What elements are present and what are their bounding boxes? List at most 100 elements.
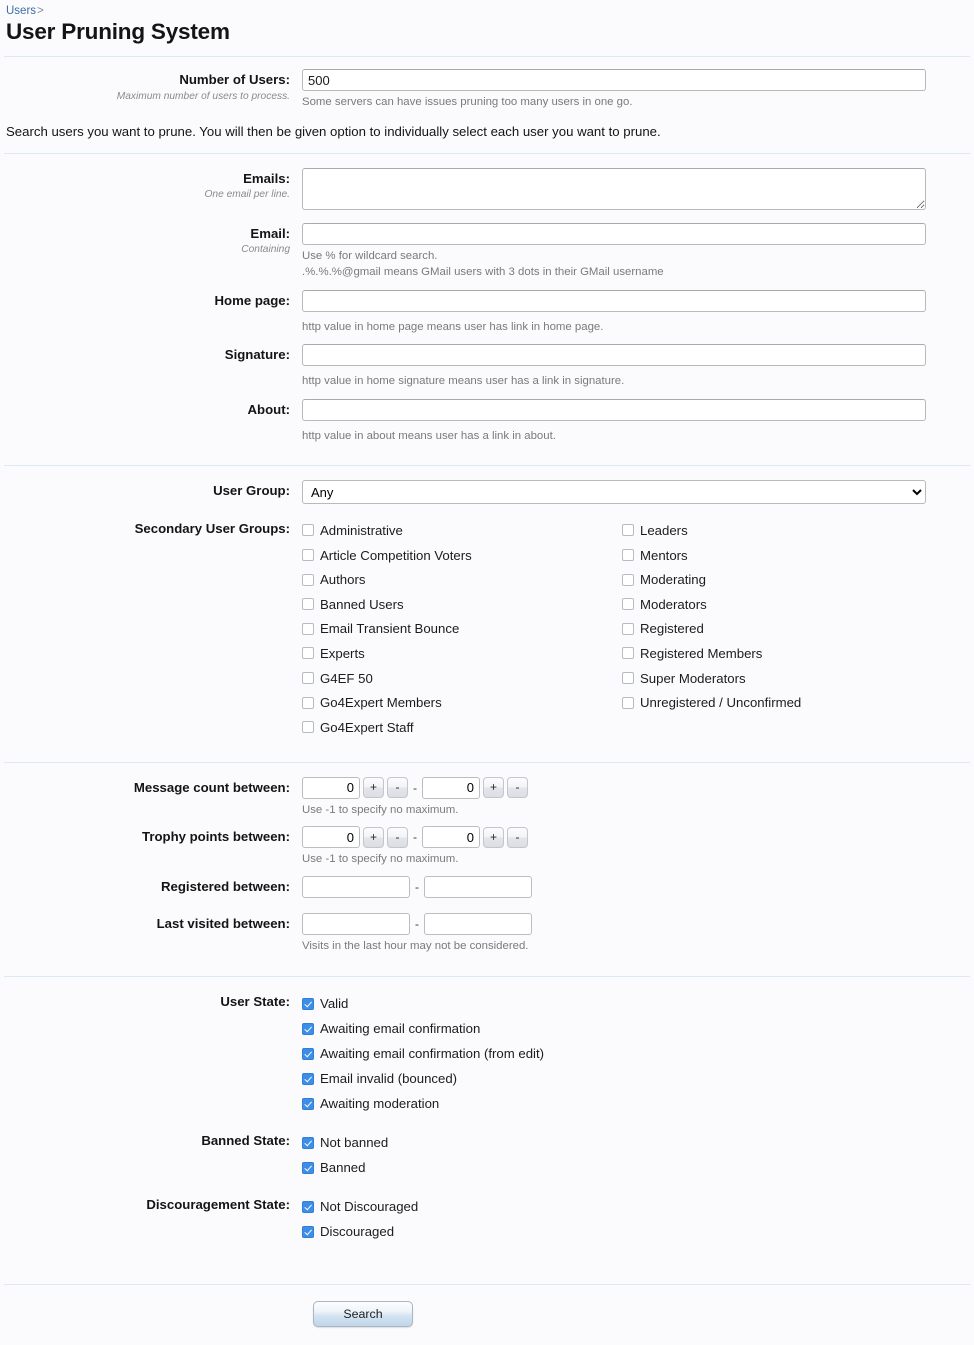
email-hint-line-2: .%.%.%@gmail means GMail users with 3 do… <box>302 266 664 279</box>
signature-input[interactable] <box>302 344 926 367</box>
checkbox-row[interactable]: Banned <box>302 1155 974 1180</box>
checkbox-icon[interactable] <box>302 1022 314 1035</box>
checkbox-icon[interactable] <box>302 549 314 562</box>
user-group-select[interactable]: Any <box>302 480 926 505</box>
emails-textarea[interactable] <box>302 167 926 210</box>
checkbox-icon[interactable] <box>302 1200 314 1213</box>
email-input[interactable] <box>302 222 926 245</box>
checkbox-icon[interactable] <box>622 598 634 611</box>
trophy-points-max-input[interactable] <box>422 826 480 849</box>
checkbox-icon[interactable] <box>302 1225 314 1238</box>
checkbox-icon[interactable] <box>302 1097 314 1110</box>
checkbox-row[interactable]: Article Competition Voters <box>302 543 622 568</box>
checkbox-label: Moderators <box>640 596 707 612</box>
checkbox-row[interactable]: Administrative <box>302 518 622 543</box>
last-visited-to-input[interactable] <box>424 912 532 935</box>
checkbox-icon[interactable] <box>302 598 314 611</box>
registered-from-input[interactable] <box>302 875 410 898</box>
trophy-points-min-increment-button[interactable]: + <box>363 826 384 848</box>
message-count-min-increment-button[interactable]: + <box>363 777 384 799</box>
checkbox-icon[interactable] <box>302 1136 314 1149</box>
checkbox-icon[interactable] <box>302 573 314 586</box>
message-count-max-decrement-button[interactable]: - <box>507 777 528 799</box>
checkbox-row[interactable]: Super Moderators <box>622 666 942 691</box>
search-button[interactable]: Search <box>313 1301 413 1328</box>
row-email: Email: Containing Use % for wildcard sea… <box>0 222 974 281</box>
checkbox-icon[interactable] <box>622 573 634 586</box>
checkbox-icon[interactable] <box>302 696 314 709</box>
last-visited-from-input[interactable] <box>302 912 410 935</box>
checkbox-icon[interactable] <box>302 647 314 660</box>
checkbox-row[interactable]: Go4Expert Members <box>302 690 622 715</box>
message-count-max-input[interactable] <box>422 776 480 799</box>
checkbox-icon[interactable] <box>302 622 314 635</box>
checkbox-label: G4EF 50 <box>320 670 373 686</box>
checkbox-icon[interactable] <box>622 647 634 660</box>
checkbox-row[interactable]: Awaiting moderation <box>302 1091 974 1116</box>
breadcrumb-link-users[interactable]: Users <box>6 5 36 17</box>
checkbox-row[interactable]: Email invalid (bounced) <box>302 1066 974 1091</box>
registered-between-group: - <box>302 875 974 898</box>
checkbox-icon[interactable] <box>302 524 314 537</box>
row-registered-between: Registered between: - <box>0 875 974 898</box>
message-count-control-col: + - - + - Use -1 to specify no maximum. <box>302 776 974 819</box>
message-count-label-col: Message count between: <box>0 777 302 797</box>
row-about: About: http value in about means user ha… <box>0 398 974 445</box>
checkbox-icon[interactable] <box>302 721 314 734</box>
message-count-min-input[interactable] <box>302 776 360 799</box>
checkbox-icon[interactable] <box>302 1047 314 1060</box>
checkbox-row[interactable]: G4EF 50 <box>302 666 622 691</box>
message-count-max-increment-button[interactable]: + <box>483 777 504 799</box>
checkbox-row[interactable]: Not banned <box>302 1130 974 1155</box>
row-banned-state: Banned State: Not banned Banned <box>0 1130 974 1180</box>
row-signature: Signature: http value in home signature … <box>0 344 974 390</box>
checkbox-row[interactable]: Unregistered / Unconfirmed <box>622 690 942 715</box>
checkbox-row[interactable]: Authors <box>302 567 622 592</box>
checkbox-row[interactable]: Leaders <box>622 518 942 543</box>
checkbox-row[interactable]: Go4Expert Staff <box>302 715 622 740</box>
checkbox-row[interactable]: Registered <box>622 617 942 642</box>
about-control-col: http value in about means user has a lin… <box>302 398 974 445</box>
row-secondary-user-groups: Secondary User Groups: Administrative Ar… <box>0 518 974 739</box>
secondary-user-groups-label: Secondary User Groups: <box>134 521 290 537</box>
checkbox-row[interactable]: Mentors <box>622 543 942 568</box>
checkbox-label: Moderating <box>640 572 706 588</box>
trophy-points-max-decrement-button[interactable]: - <box>507 826 528 848</box>
checkbox-row[interactable]: Email Transient Bounce <box>302 617 622 642</box>
message-count-min-decrement-button[interactable]: - <box>387 777 408 799</box>
number-of-users-input[interactable] <box>302 69 926 91</box>
checkbox-icon[interactable] <box>622 549 634 562</box>
trophy-points-max-increment-button[interactable]: + <box>483 826 504 848</box>
checkbox-icon[interactable] <box>622 622 634 635</box>
checkbox-row[interactable]: Moderating <box>622 567 942 592</box>
checkbox-icon[interactable] <box>302 997 314 1010</box>
checkbox-row[interactable]: Experts <box>302 641 622 666</box>
checkbox-row[interactable]: Banned Users <box>302 592 622 617</box>
checkbox-row[interactable]: Registered Members <box>622 641 942 666</box>
about-input[interactable] <box>302 398 926 421</box>
row-user-state: User State: Valid Awaiting email confirm… <box>0 991 974 1116</box>
checkbox-icon[interactable] <box>302 1161 314 1174</box>
checkbox-icon[interactable] <box>622 696 634 709</box>
user-state-label-col: User State: <box>0 991 302 1011</box>
checkbox-icon[interactable] <box>302 672 314 685</box>
last-visited-label-col: Last visited between: <box>0 913 302 933</box>
trophy-points-min-decrement-button[interactable]: - <box>387 826 408 848</box>
registered-to-input[interactable] <box>424 875 532 898</box>
checkbox-row[interactable]: Moderators <box>622 592 942 617</box>
checkbox-row[interactable]: Discouraged <box>302 1219 974 1244</box>
number-of-users-label: Number of Users: <box>179 72 290 87</box>
checkbox-row[interactable]: Valid <box>302 991 974 1016</box>
checkbox-icon[interactable] <box>622 524 634 537</box>
checkbox-row[interactable]: Awaiting email confirmation (from edit) <box>302 1041 974 1066</box>
user-state-control-col: Valid Awaiting email confirmation Awaiti… <box>302 991 974 1116</box>
checkbox-icon[interactable] <box>302 1072 314 1085</box>
checkbox-label: Awaiting email confirmation (from edit) <box>320 1046 545 1062</box>
about-hint: http value in about means user has a lin… <box>302 429 556 442</box>
checkbox-row[interactable]: Not Discouraged <box>302 1194 974 1219</box>
checkbox-label: Unregistered / Unconfirmed <box>640 695 802 711</box>
checkbox-row[interactable]: Awaiting email confirmation <box>302 1016 974 1041</box>
home-page-input[interactable] <box>302 289 926 312</box>
checkbox-icon[interactable] <box>622 672 634 685</box>
trophy-points-min-input[interactable] <box>302 826 360 849</box>
